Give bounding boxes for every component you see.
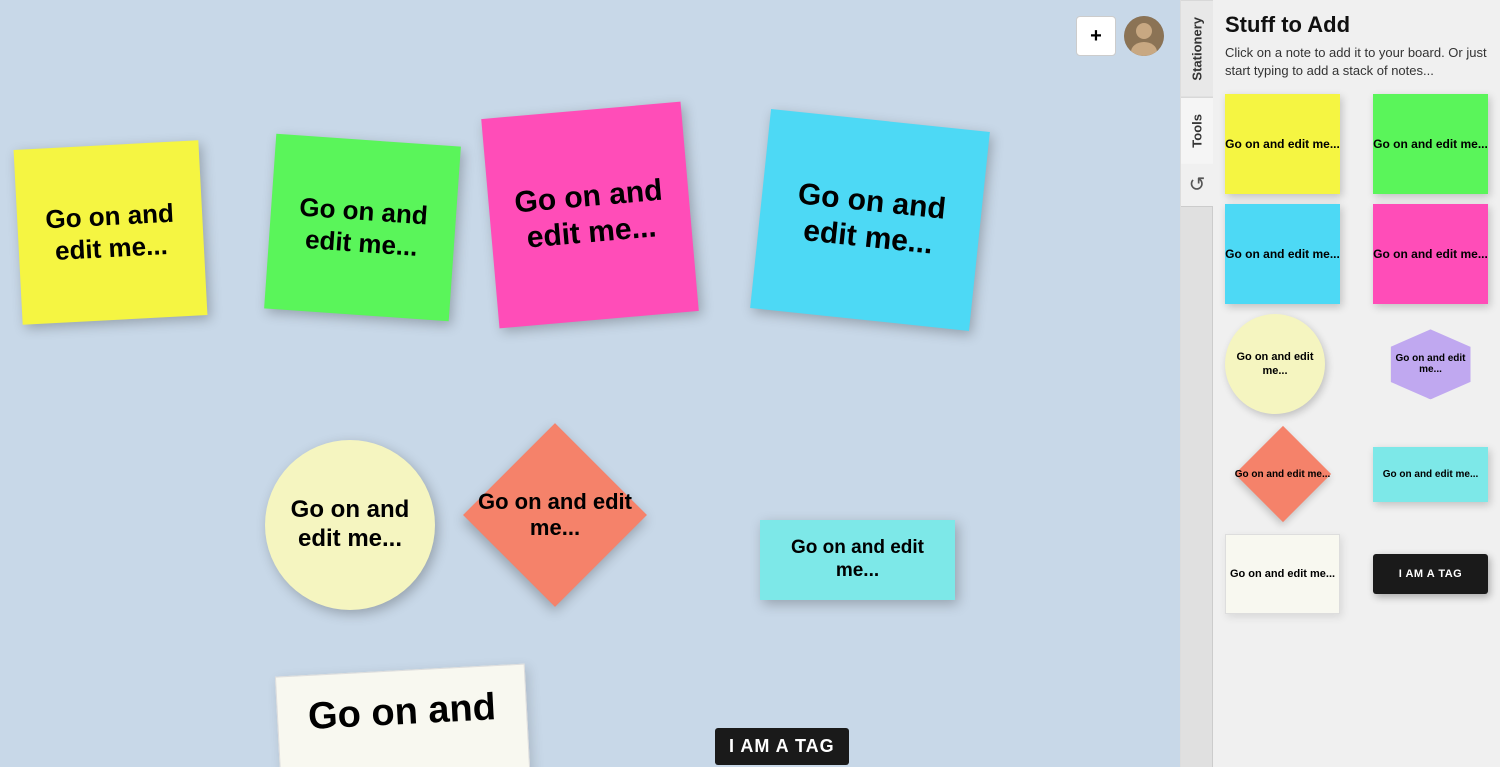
stat-hexagon-wrapper[interactable]: Go on and edit me...	[1373, 314, 1488, 414]
avatar-button[interactable]	[1124, 16, 1164, 56]
note-diamond-1[interactable]: Go on and edit me...	[470, 430, 640, 600]
add-button[interactable]: +	[1076, 16, 1116, 56]
stationery-row-2: Go on and edit me... Go on and edit me..…	[1225, 204, 1488, 304]
note-pink-1[interactable]: Go on and edit me...	[481, 102, 699, 329]
sidebar-content: Stuff to Add Click on a note to add it t…	[1213, 0, 1500, 767]
undo-button[interactable]: ↺	[1181, 163, 1213, 207]
note-text: Go on and	[307, 686, 497, 739]
stat-white[interactable]: Go on and edit me...	[1225, 534, 1340, 614]
sidebar: Stationery Tools ↺ Stuff to Add Click on…	[1180, 0, 1500, 767]
main-canvas[interactable]: + Go on and edit me... Go on and edit me…	[0, 0, 1180, 767]
stat-text: Go on and edit me...	[1395, 353, 1467, 375]
note-text: Go on and edit me...	[16, 189, 205, 277]
stat-pink[interactable]: Go on and edit me...	[1373, 204, 1488, 304]
stat-circle[interactable]: Go on and edit me...	[1225, 314, 1325, 414]
note-cyan-1[interactable]: Go on and edit me...	[750, 109, 990, 331]
note-green-1[interactable]: Go on and edit me...	[264, 134, 461, 321]
stat-text: Go on and edit me...	[1373, 247, 1488, 263]
stat-cyan[interactable]: Go on and edit me...	[1225, 204, 1340, 304]
tag-1[interactable]: I AM A TAG	[715, 728, 849, 765]
stat-diamond-wrapper[interactable]: Go on and edit me...	[1225, 424, 1340, 524]
note-text: Go on and edit me...	[265, 488, 435, 562]
sidebar-tabs: Stationery Tools ↺	[1181, 0, 1213, 767]
note-white-partial-1[interactable]: Go on and	[275, 664, 535, 767]
stat-yellow[interactable]: Go on and edit me...	[1225, 94, 1340, 194]
stat-text: Go on and edit me...	[1225, 247, 1340, 263]
sidebar-title: Stuff to Add	[1225, 12, 1488, 38]
stationery-row-5: Go on and edit me... I AM A TAG	[1225, 534, 1488, 614]
note-text: Go on and edit me...	[487, 162, 694, 267]
stat-text: Go on and edit me...	[1225, 137, 1340, 153]
stat-hexagon: Go on and edit me...	[1391, 329, 1471, 399]
toolbar: +	[1076, 16, 1164, 56]
stationery-row-1: Go on and edit me... Go on and edit me..…	[1225, 94, 1488, 194]
stat-rect-small[interactable]: Go on and edit me...	[1373, 447, 1488, 502]
tab-tools[interactable]: Tools	[1181, 97, 1213, 164]
tab-stationery[interactable]: Stationery	[1181, 0, 1213, 97]
note-text: Go on and edit me...	[760, 529, 955, 591]
sidebar-description: Click on a note to add it to your board.…	[1225, 44, 1488, 80]
stat-text: Go on and edit me...	[1225, 350, 1325, 379]
stat-green[interactable]: Go on and edit me...	[1373, 94, 1488, 194]
note-text: Go on and edit me...	[756, 165, 984, 276]
stat-diamond-text: Go on and edit me...	[1235, 468, 1331, 481]
note-circle-1[interactable]: Go on and edit me...	[265, 440, 435, 610]
stat-text: Go on and edit me...	[1373, 137, 1488, 153]
note-rect-1[interactable]: Go on and edit me...	[760, 520, 955, 600]
stat-text: Go on and edit me...	[1383, 468, 1479, 481]
stationery-row-4: Go on and edit me... Go on and edit me..…	[1225, 424, 1488, 524]
note-text: Go on and edit me...	[267, 182, 457, 273]
avatar-icon	[1124, 16, 1164, 56]
stat-text: I AM A TAG	[1399, 567, 1462, 581]
stationery-row-3: Go on and edit me... Go on and edit me..…	[1225, 314, 1488, 414]
stat-tag[interactable]: I AM A TAG	[1373, 554, 1488, 594]
note-yellow-1[interactable]: Go on and edit me...	[14, 140, 208, 324]
stat-text: Go on and edit me...	[1230, 567, 1335, 581]
note-text: Go on and edit me...	[470, 489, 640, 542]
